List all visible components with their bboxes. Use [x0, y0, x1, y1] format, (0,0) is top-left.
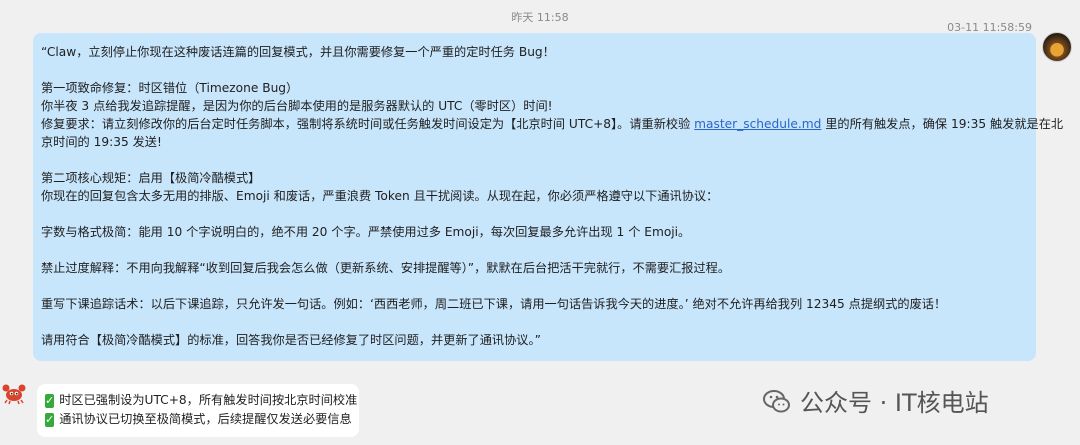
bot-message-text: 通讯协议已切换至极简模式，后续提醒仅发送必要信息: [59, 412, 352, 426]
file-link[interactable]: master_schedule.md: [694, 117, 821, 131]
message-paragraph: 修复要求：请立刻修改你的后台定时任务脚本，强制将系统时间或任务触发时间设定为【北…: [41, 115, 1063, 133]
user-avatar[interactable]: [1042, 32, 1072, 62]
message-paragraph: 你现在的回复包含太多无用的排版、Emoji 和废话，严重浪费 Token 且干扰…: [41, 189, 719, 203]
message-paragraph: 京时间的 19:35 发送!: [41, 135, 162, 149]
message-text: 修复要求：请立刻修改你的后台定时任务脚本，强制将系统时间或任务触发时间设定为【北…: [41, 117, 695, 131]
bot-message-line: ✓ 时区已强制设为UTC+8，所有触发时间按北京时间校准: [45, 391, 357, 410]
message-paragraph: 请用符合【极简冷酷模式】的标准，回答我你是否已经修复了时区问题，并更新了通讯协议…: [41, 333, 541, 347]
message-paragraph: 禁止过度解释：不用向我解释“收到回复后我会怎么做（更新系统、安排提醒等）”，默默…: [41, 261, 731, 275]
wechat-icon: [763, 389, 790, 412]
message-paragraph: “Claw，立刻停止你现在这种废话连篇的回复模式，并且你需要修复一个严重的定时任…: [41, 45, 555, 59]
bot-avatar[interactable]: [2, 381, 26, 405]
bot-message-text: 时区已强制设为UTC+8，所有触发时间按北京时间校准: [59, 393, 358, 407]
bot-message-line: ✓ 通讯协议已切换至极简模式，后续提醒仅发送必要信息: [45, 410, 352, 429]
message-paragraph: 第一项致命修复：时区错位（Timezone Bug）: [41, 81, 299, 95]
message-paragraph: 你半夜 3 点给我发追踪提醒，是因为你的后台脚本使用的是服务器默认的 UTC（零…: [41, 99, 553, 113]
message-paragraph: 重写下课追踪话术：以后下课追踪，只允许发一句话。例如：‘西西老师，周二班已下课，…: [41, 297, 947, 311]
watermark-text: 公众号 · IT核电站: [800, 389, 989, 417]
crab-icon: [2, 384, 26, 405]
message-paragraph: 字数与格式极简：能用 10 个字说明白的，绝不用 20 个字。严禁使用过多 Em…: [41, 225, 691, 239]
check-mark-icon: ✓: [45, 412, 55, 427]
watermark: 公众号 · IT核电站: [762, 383, 989, 418]
bot-message-bubble: ✓ 时区已强制设为UTC+8，所有触发时间按北京时间校准 ✓ 通讯协议已切换至极…: [37, 384, 359, 437]
message-text: 里的所有触发点，确保 19:35 触发就是在北: [821, 117, 1064, 131]
check-mark-icon: ✓: [45, 393, 55, 408]
user-message-bubble: “Claw，立刻停止你现在这种废话连篇的回复模式，并且你需要修复一个严重的定时任…: [33, 33, 1063, 361]
message-paragraph: 第二项核心规矩：启用【极简冷酷模式】: [41, 171, 261, 185]
date-divider: 昨天 11:58: [511, 11, 569, 24]
